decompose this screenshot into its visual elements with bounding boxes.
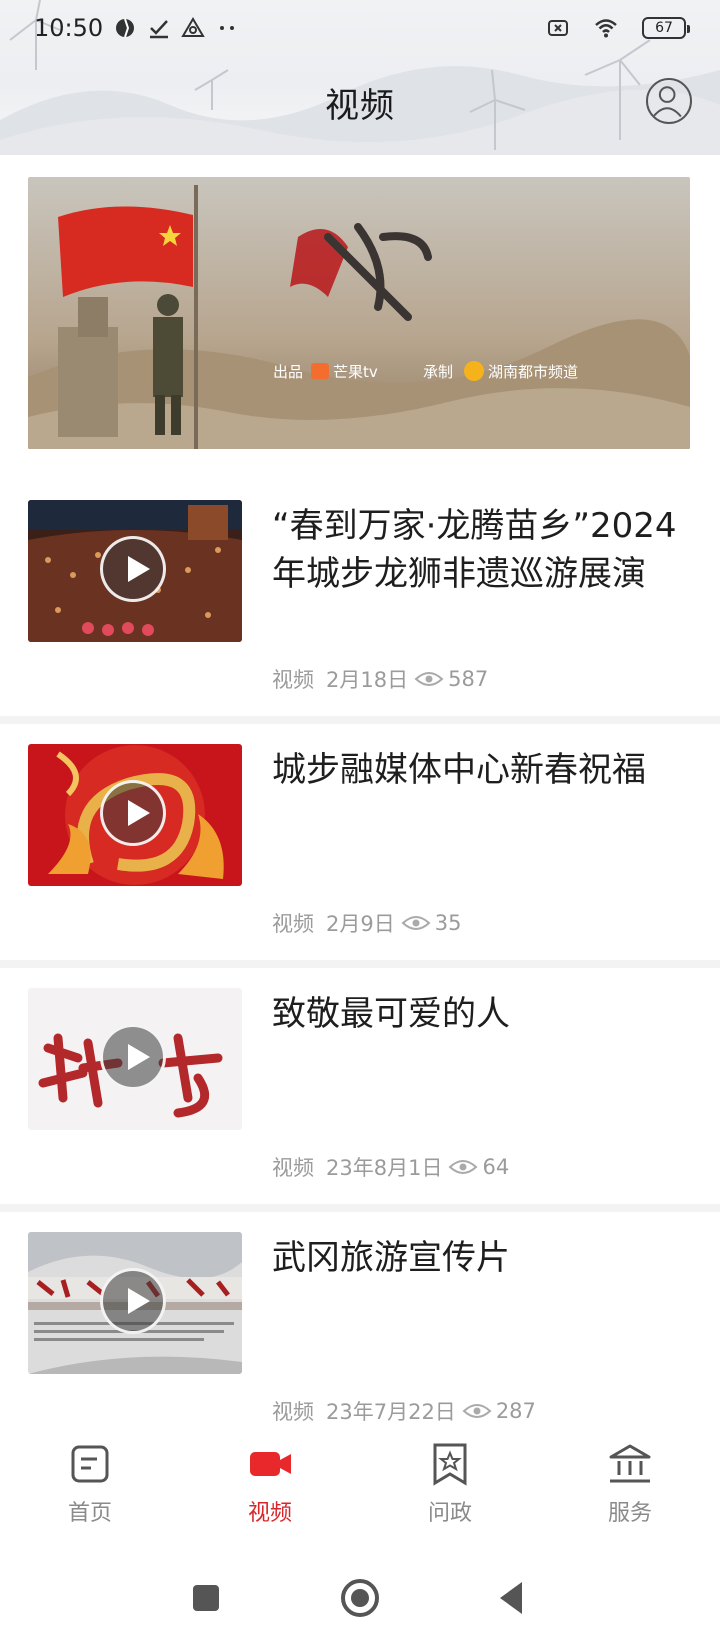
status-time: 10:50 (34, 14, 104, 42)
battery-level: 67 (655, 20, 673, 36)
video-title[interactable]: 城步融媒体中心新春祝福 (272, 746, 682, 794)
video-thumbnail[interactable] (28, 500, 242, 642)
video-category: 视频 (272, 1156, 314, 1180)
recent-apps-icon[interactable] (184, 1576, 228, 1620)
battery-indicator: 67 (642, 17, 690, 39)
nav-label: 首页 (67, 1501, 112, 1526)
video-date: 2月18日 (326, 668, 409, 692)
wifi-icon (595, 19, 617, 38)
play-icon[interactable] (100, 536, 166, 602)
eye-icon (401, 916, 431, 930)
video-views: 35 (434, 911, 462, 935)
video-views: 587 (448, 667, 489, 691)
eye-icon (414, 672, 444, 686)
nav-item-home[interactable]: 首页 (0, 1425, 180, 1535)
top-header: 10:50 67 视频 (0, 0, 720, 155)
page-title: 视频 (325, 86, 395, 126)
bookmark-star-icon (433, 1443, 467, 1486)
video-title[interactable]: 致敬最可爱的人 (272, 990, 682, 1038)
triangle-app-icon (181, 17, 205, 37)
user-avatar-icon (652, 86, 682, 118)
back-triangle-icon[interactable] (492, 1576, 536, 1620)
video-category: 视频 (272, 912, 314, 936)
no-sim-icon (548, 20, 568, 36)
video-date: 23年8月1日 (326, 1156, 443, 1180)
list-item[interactable]: 武冈旅游宣传片 视频 23年7月22日 287 (0, 1204, 720, 1456)
list-item[interactable]: “春到万家·龙腾苗乡”2024年城步龙狮非遗巡游展演 视频 2月18日 587 (0, 480, 720, 724)
video-meta: 视频 2月18日 587 (272, 664, 488, 694)
svg-text:承制: 承制 (423, 363, 453, 381)
home-news-icon (71, 1445, 109, 1483)
eye-icon (462, 1404, 492, 1418)
list-item[interactable]: 致敬最可爱的人 视频 23年8月1日 64 (0, 960, 720, 1212)
video-thumbnail[interactable] (28, 744, 242, 886)
system-navigation-bar (0, 1545, 720, 1650)
video-category: 视频 (272, 1400, 314, 1424)
video-date: 23年7月22日 (326, 1400, 456, 1424)
video-date: 2月9日 (326, 912, 395, 936)
aperture-icon (116, 18, 135, 38)
nav-label: 服务 (607, 1501, 652, 1526)
home-circle-icon[interactable] (338, 1576, 382, 1620)
video-thumbnail[interactable] (28, 988, 242, 1130)
bank-building-icon (609, 1444, 651, 1483)
nav-label: 视频 (247, 1501, 292, 1526)
video-views: 287 (495, 1399, 536, 1423)
eye-icon (448, 1160, 478, 1174)
more-dots-icon (220, 26, 235, 30)
play-icon[interactable] (100, 1268, 166, 1334)
download-check-icon (150, 20, 169, 39)
status-bar: 10:50 67 (0, 0, 720, 56)
play-icon[interactable] (100, 1024, 166, 1090)
banner-image: 出品 芒果tv 承制 湖南都市频道 (28, 177, 690, 449)
featured-video-banner[interactable]: 出品 芒果tv 承制 湖南都市频道 (28, 177, 690, 449)
nav-item-inquiry[interactable]: 问政 (360, 1425, 540, 1535)
video-title[interactable]: “春到万家·龙腾苗乡”2024年城步龙狮非遗巡游展演 (272, 502, 682, 598)
play-icon[interactable] (100, 780, 166, 846)
video-list: “春到万家·龙腾苗乡”2024年城步龙狮非遗巡游展演 视频 2月18日 587 … (0, 480, 720, 1456)
svg-text:湖南都市频道: 湖南都市频道 (488, 363, 578, 381)
bottom-navigation: 首页 视频 问政 服务 (0, 1425, 720, 1535)
video-thumbnail[interactable] (28, 1232, 242, 1374)
user-profile-button[interactable] (646, 78, 692, 124)
video-meta: 视频 23年8月1日 64 (272, 1152, 509, 1182)
video-category: 视频 (272, 668, 314, 692)
nav-item-video[interactable]: 视频 (180, 1425, 360, 1535)
video-meta: 视频 2月9日 35 (272, 908, 461, 938)
nav-item-service[interactable]: 服务 (540, 1425, 720, 1535)
list-item[interactable]: 城步融媒体中心新春祝福 视频 2月9日 35 (0, 716, 720, 968)
video-title[interactable]: 武冈旅游宣传片 (272, 1234, 682, 1282)
svg-text:出品: 出品 (273, 363, 303, 381)
video-views: 64 (482, 1155, 510, 1179)
svg-text:芒果tv: 芒果tv (333, 363, 378, 381)
nav-label: 问政 (427, 1501, 472, 1526)
video-meta: 视频 23年7月22日 287 (272, 1396, 536, 1426)
video-camera-icon (250, 1452, 291, 1476)
